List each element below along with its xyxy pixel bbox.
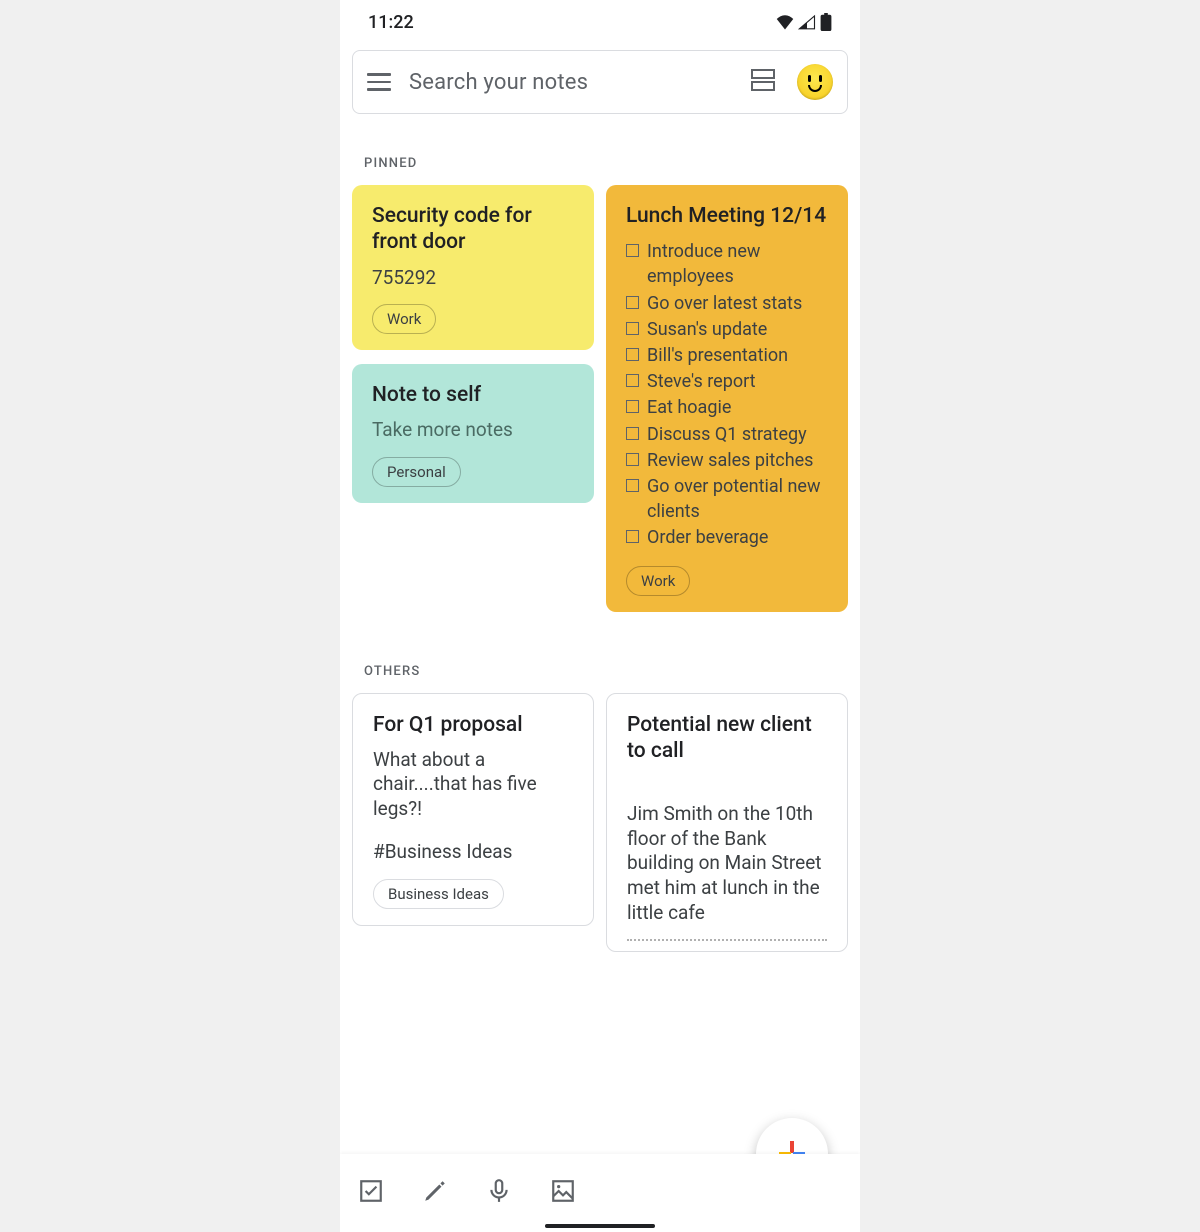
new-image-icon[interactable]	[550, 1178, 576, 1208]
checklist-item: Bill's presentation	[626, 343, 828, 368]
checklist-item: Review sales pitches	[626, 448, 828, 473]
account-avatar[interactable]	[797, 64, 833, 100]
nav-handle[interactable]	[545, 1224, 655, 1228]
wifi-icon	[776, 14, 794, 30]
note-body: Take more notes	[372, 418, 574, 443]
checkbox-icon	[626, 322, 639, 335]
status-bar: 11:22	[340, 0, 860, 40]
checkbox-icon	[626, 374, 639, 387]
status-time: 11:22	[368, 12, 414, 33]
signal-icon	[798, 14, 816, 30]
checkbox-icon	[626, 530, 639, 543]
app-screen: 11:22 Search your notes PINNED Security …	[340, 0, 860, 1232]
note-title: Lunch Meeting 12/14	[626, 203, 828, 229]
checklist-item: Go over latest stats	[626, 291, 828, 316]
checklist-item: Susan's update	[626, 317, 828, 342]
note-q1-proposal[interactable]: For Q1 proposal What about a chair....th…	[352, 693, 594, 926]
checklist-item: Introduce new employees	[626, 239, 828, 289]
note-security-code[interactable]: Security code for front door 755292 Work	[352, 185, 594, 350]
note-body: Jim Smith on the 10th floor of the Bank …	[627, 802, 827, 925]
note-title: Note to self	[372, 382, 574, 408]
search-bar[interactable]: Search your notes	[352, 50, 848, 114]
checkbox-icon	[626, 348, 639, 361]
note-body: 755292	[372, 266, 574, 291]
checkbox-icon	[626, 479, 639, 492]
note-tag: Personal	[372, 457, 461, 487]
new-list-icon[interactable]	[358, 1178, 384, 1208]
search-input[interactable]: Search your notes	[409, 70, 729, 95]
checklist-item: Eat hoagie	[626, 395, 828, 420]
checkbox-icon	[626, 296, 639, 309]
note-body: What about a chair....that has five legs…	[373, 748, 573, 822]
note-lunch-meeting[interactable]: Lunch Meeting 12/14 Introduce new employ…	[606, 185, 848, 612]
checklist-item: Discuss Q1 strategy	[626, 422, 828, 447]
pinned-label: PINNED	[364, 156, 836, 171]
note-body-secondary: #Business Ideas	[373, 840, 573, 865]
new-drawing-icon[interactable]	[422, 1178, 448, 1208]
others-label: OTHERS	[364, 664, 836, 679]
menu-icon[interactable]	[367, 67, 391, 97]
checkbox-icon	[626, 400, 639, 413]
checkbox-icon	[626, 453, 639, 466]
note-title: Security code for front door	[372, 203, 574, 256]
checklist-item: Go over potential new clients	[626, 474, 828, 524]
checkbox-icon	[626, 244, 639, 257]
status-icons	[776, 13, 832, 31]
note-tag: Work	[626, 566, 690, 596]
note-title: Potential new client to call	[627, 712, 827, 765]
other-notes: For Q1 proposal What about a chair....th…	[340, 693, 860, 953]
note-checklist: Introduce new employees Go over latest s…	[626, 239, 828, 550]
note-potential-client[interactable]: Potential new client to call Jim Smith o…	[606, 693, 848, 953]
note-separator	[627, 939, 827, 941]
note-tag: Business Ideas	[373, 879, 504, 909]
new-audio-icon[interactable]	[486, 1178, 512, 1208]
pinned-notes: Security code for front door 755292 Work…	[340, 185, 860, 612]
checklist-item: Order beverage	[626, 525, 828, 550]
note-tag: Work	[372, 304, 436, 334]
note-title: For Q1 proposal	[373, 712, 573, 738]
checkbox-icon	[626, 427, 639, 440]
bottom-toolbar	[340, 1154, 860, 1232]
battery-icon	[820, 13, 832, 31]
note-to-self[interactable]: Note to self Take more notes Personal	[352, 364, 594, 503]
checklist-item: Steve's report	[626, 369, 828, 394]
view-toggle-icon[interactable]	[747, 65, 779, 99]
